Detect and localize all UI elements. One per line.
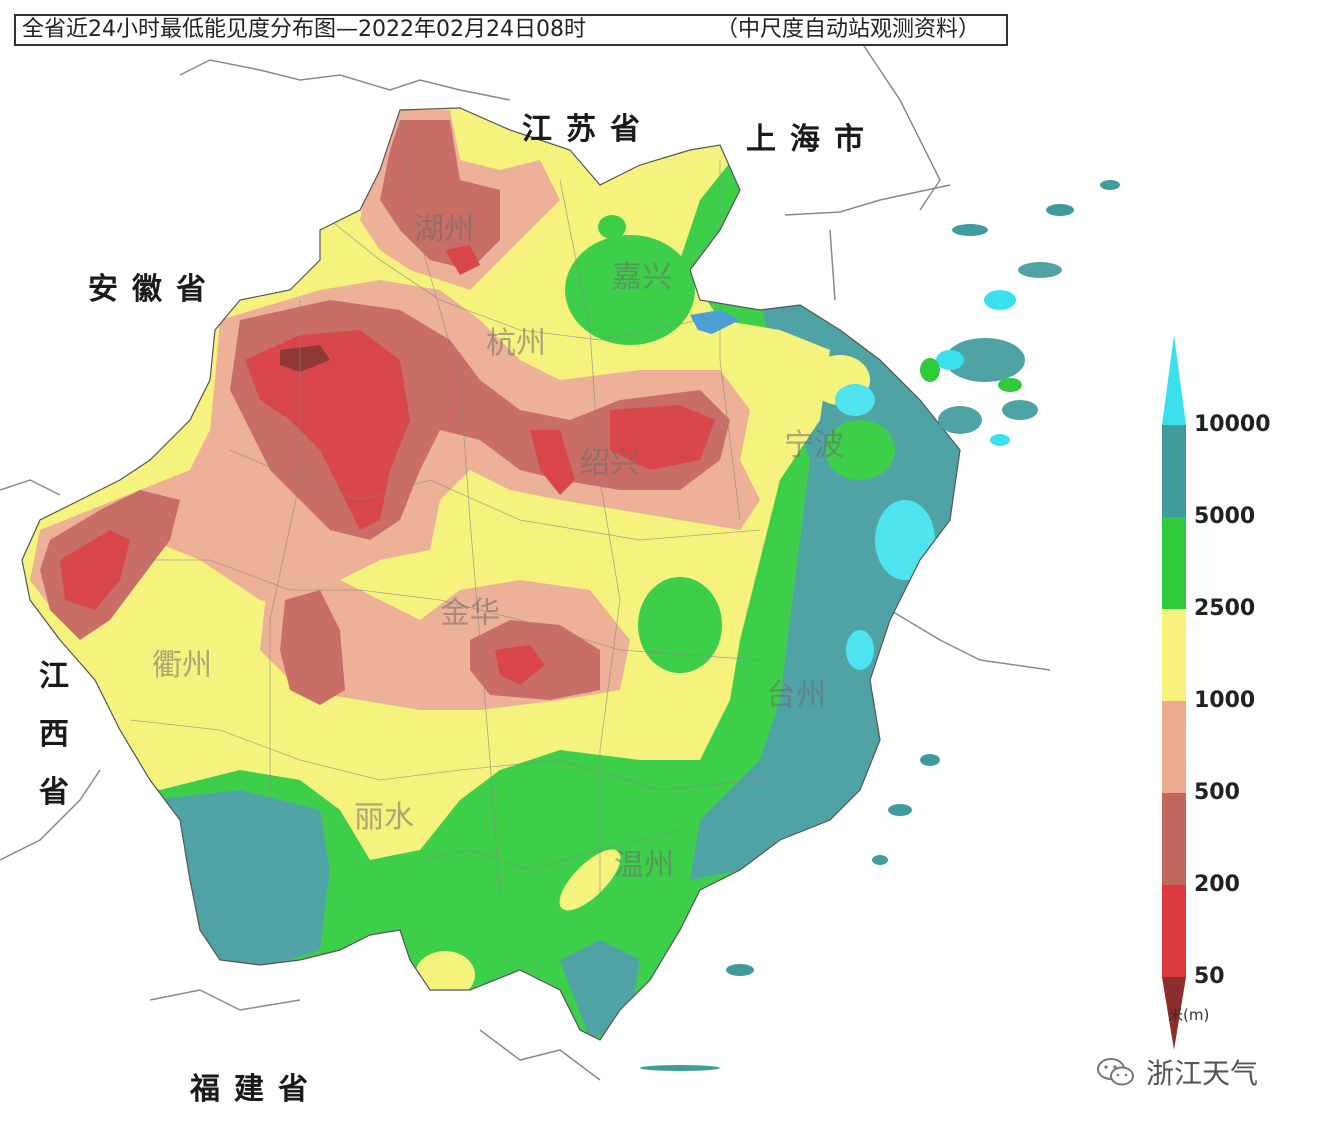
green-jinhua-east-patch <box>638 577 722 673</box>
island <box>1002 400 1038 420</box>
province-label-anhui: 安徽省 <box>88 272 220 307</box>
island <box>952 224 988 236</box>
cyan-taizhou-patch <box>846 630 874 670</box>
green-jiaxing-small <box>598 215 626 239</box>
island <box>1046 204 1074 216</box>
map-title: 全省近24小时最低能见度分布图—2022年02月24日08时 （中尺度自动站观测… <box>14 14 1008 46</box>
city-label-jiaxing: 嘉兴 <box>612 260 672 295</box>
legend-label: 10000 <box>1194 412 1271 437</box>
island <box>1100 180 1120 190</box>
visibility-map <box>0 39 1186 1081</box>
legend-swatch-10000 <box>1162 425 1186 517</box>
legend-label: 5000 <box>1194 504 1256 529</box>
visibility-fields <box>22 108 960 1040</box>
cyan-coast-patch <box>875 500 935 580</box>
island <box>920 754 940 766</box>
legend-label: 1000 <box>1194 688 1256 713</box>
island <box>640 1065 720 1071</box>
city-label-jinhua: 金华 <box>440 596 500 631</box>
city-label-huzhou: 湖州 <box>414 212 474 247</box>
legend-label: 500 <box>1194 780 1240 805</box>
island <box>936 350 964 370</box>
city-label-shaoxing: 绍兴 <box>580 446 640 481</box>
teal-southwest-zone <box>150 790 330 980</box>
watermark: 浙江天气 <box>1096 1052 1258 1092</box>
title-main: 全省近24小时最低能见度分布图—2022年02月24日08时 <box>22 17 586 42</box>
legend-label: 2500 <box>1194 596 1256 621</box>
legend-swatch-1000 <box>1162 701 1186 793</box>
watermark-text: 浙江天气 <box>1146 1057 1259 1090</box>
teal-wenzhou-coast <box>560 940 640 1040</box>
city-label-ningbo: 宁波 <box>784 428 844 463</box>
legend-unit: 米(m) <box>1168 1006 1210 1024</box>
province-label-fujian: 福建省 <box>190 1072 322 1107</box>
legend-label: 200 <box>1194 872 1240 897</box>
city-label-wenzhou: 温州 <box>614 848 674 883</box>
province-label-jiangsu: 江苏省 <box>522 112 654 147</box>
province-label-jiangxi: 江 西 省 <box>38 648 70 822</box>
island <box>984 290 1016 310</box>
legend-swatch-5000 <box>1162 517 1186 609</box>
title-source: （中尺度自动站观测资料） <box>716 17 981 42</box>
island <box>998 378 1022 392</box>
jiangxi-char: 江 <box>39 659 69 694</box>
island <box>888 804 912 816</box>
island <box>990 434 1010 446</box>
island <box>938 406 982 434</box>
island <box>1018 262 1062 278</box>
island <box>872 855 888 865</box>
yellow-south-patch <box>415 951 475 999</box>
legend-label: 50 <box>1194 964 1225 989</box>
island <box>920 358 940 382</box>
legend-swatch-500 <box>1162 793 1186 885</box>
legend-swatch-cyan <box>1162 335 1186 425</box>
jiangxi-char: 省 <box>39 775 69 810</box>
city-label-hangzhou: 杭州 <box>486 326 546 361</box>
wechat-icon <box>1097 1058 1134 1086</box>
jiangxi-char: 西 <box>39 717 69 752</box>
legend-swatch-2500 <box>1162 609 1186 701</box>
legend-swatch-200 <box>1162 885 1186 977</box>
city-label-quzhou: 衢州 <box>152 648 212 683</box>
cyan-ningbo-patch <box>835 384 875 416</box>
city-label-taizhou: 台州 <box>766 678 826 713</box>
legend-bar <box>1162 335 1186 1050</box>
island <box>726 964 754 976</box>
province-label-shanghai: 上海市 <box>746 122 878 157</box>
city-label-lishui: 丽水 <box>354 800 414 835</box>
